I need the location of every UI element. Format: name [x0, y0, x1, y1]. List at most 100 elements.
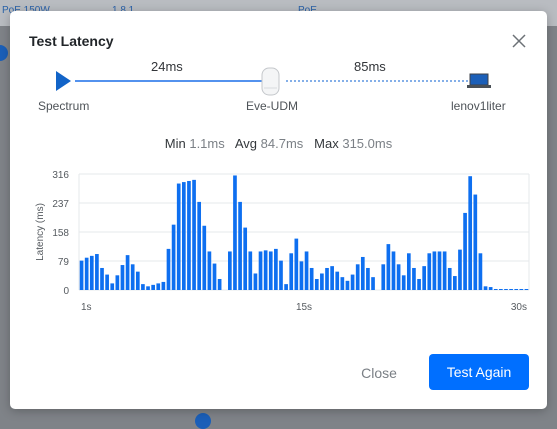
latency-bar — [509, 289, 513, 290]
latency-bar — [197, 201, 202, 290]
latency-bar — [100, 267, 104, 290]
latency-chart: 316 237 158 79 0 Latency (ms) 1s 15s 30s — [10, 166, 547, 331]
latency-bar — [89, 255, 94, 290]
latency-bar — [279, 260, 283, 290]
test-again-button[interactable]: Test Again — [429, 354, 529, 390]
latency-bar — [463, 212, 467, 290]
y-tick-label: 316 — [52, 170, 69, 181]
gateway-device-label: Eve-UDM — [246, 99, 299, 113]
latency-bar — [181, 182, 186, 290]
latency-bar — [325, 267, 329, 290]
latency-chart-svg: 316 237 158 79 0 Latency (ms) 1s 15s 30s — [35, 170, 530, 313]
min-value: 1.1ms — [189, 136, 225, 151]
latency-bar — [391, 251, 396, 290]
latency-bar — [335, 271, 340, 290]
latency-path: 24ms 85ms Spectrum Eve-UDM lenov1liter — [10, 11, 547, 131]
latency-bar — [437, 251, 442, 290]
latency-bar — [146, 286, 150, 290]
x-tick-label: 1s — [81, 302, 92, 313]
play-triangle-icon — [56, 71, 71, 91]
latency-bar — [161, 281, 166, 290]
latency-bar — [176, 183, 181, 290]
latency-bar — [243, 227, 248, 290]
min-label: Min — [164, 136, 186, 151]
latency-bar — [468, 176, 473, 290]
latency-bar — [289, 253, 294, 290]
latency-bar — [187, 180, 191, 290]
latency-bar — [151, 284, 155, 290]
latency-bar — [453, 276, 457, 290]
latency-bar — [406, 253, 411, 290]
latency-bar — [330, 266, 334, 290]
y-tick-label: 158 — [52, 228, 69, 239]
latency-bar — [171, 224, 176, 290]
latency-bar — [105, 274, 109, 290]
latency-bar — [233, 175, 237, 290]
latency-bar — [417, 278, 421, 290]
latency-bar — [248, 251, 253, 290]
latency-bar — [130, 264, 135, 290]
y-axis-label: Latency (ms) — [35, 203, 46, 261]
laptop-icon — [467, 73, 491, 88]
latency-bar — [258, 251, 263, 290]
latency-bar — [202, 225, 207, 290]
latency-bar — [432, 251, 437, 290]
latency-bar — [350, 274, 355, 290]
hop1-latency: 24ms — [151, 59, 183, 74]
latency-bar — [396, 264, 401, 290]
latency-bar — [371, 277, 375, 290]
latency-bar — [294, 238, 299, 290]
latency-stats: Min 1.1ms Avg 84.7ms Max 315.0ms — [10, 136, 547, 151]
latency-bar — [268, 251, 273, 290]
latency-bar — [366, 267, 370, 290]
latency-bar — [115, 275, 120, 290]
background-node — [195, 413, 211, 429]
latency-bar — [120, 265, 125, 290]
background-node — [0, 45, 8, 61]
latency-bar — [238, 201, 242, 290]
latency-bar — [478, 253, 483, 290]
latency-bar — [314, 278, 319, 290]
avg-label: Avg — [234, 136, 258, 151]
latency-bar — [422, 266, 427, 290]
latency-bar — [320, 273, 324, 290]
close-button[interactable]: Close — [353, 361, 405, 385]
latency-bar — [412, 267, 416, 290]
latency-bar — [110, 283, 115, 290]
source-device-label: Spectrum — [38, 99, 90, 113]
latency-bar — [212, 263, 217, 290]
latency-bar — [95, 254, 99, 290]
latency-bar — [253, 273, 258, 290]
latency-bar — [156, 283, 161, 290]
latency-bar — [458, 249, 462, 290]
latency-bar — [473, 194, 478, 290]
latency-bar — [274, 248, 278, 290]
latency-bar — [504, 289, 508, 290]
latency-bar — [299, 261, 304, 290]
latency-bar — [263, 250, 268, 290]
latency-bar — [488, 287, 493, 290]
latency-bar — [84, 257, 89, 290]
y-tick-label: 237 — [52, 199, 69, 210]
latency-bar — [340, 277, 345, 290]
y-tick-label: 0 — [63, 286, 69, 297]
latency-bar — [514, 289, 519, 290]
latency-bar — [217, 278, 222, 290]
latency-bar — [447, 267, 452, 290]
max-label: Max — [314, 136, 339, 151]
latency-bar — [427, 253, 432, 290]
latency-bar — [401, 275, 406, 290]
latency-bar — [524, 289, 529, 290]
latency-bar — [442, 251, 447, 290]
x-tick-label: 30s — [511, 302, 527, 313]
max-value: 315.0ms — [342, 136, 393, 151]
avg-value: 84.7ms — [260, 136, 304, 151]
latency-bar — [192, 179, 196, 290]
x-tick-label: 15s — [296, 302, 312, 313]
latency-bar — [386, 244, 391, 290]
latency-bar — [381, 264, 386, 290]
latency-bar — [519, 289, 524, 290]
y-tick-label: 79 — [58, 257, 70, 268]
latency-bar — [499, 289, 503, 290]
latency-bar — [483, 286, 488, 290]
